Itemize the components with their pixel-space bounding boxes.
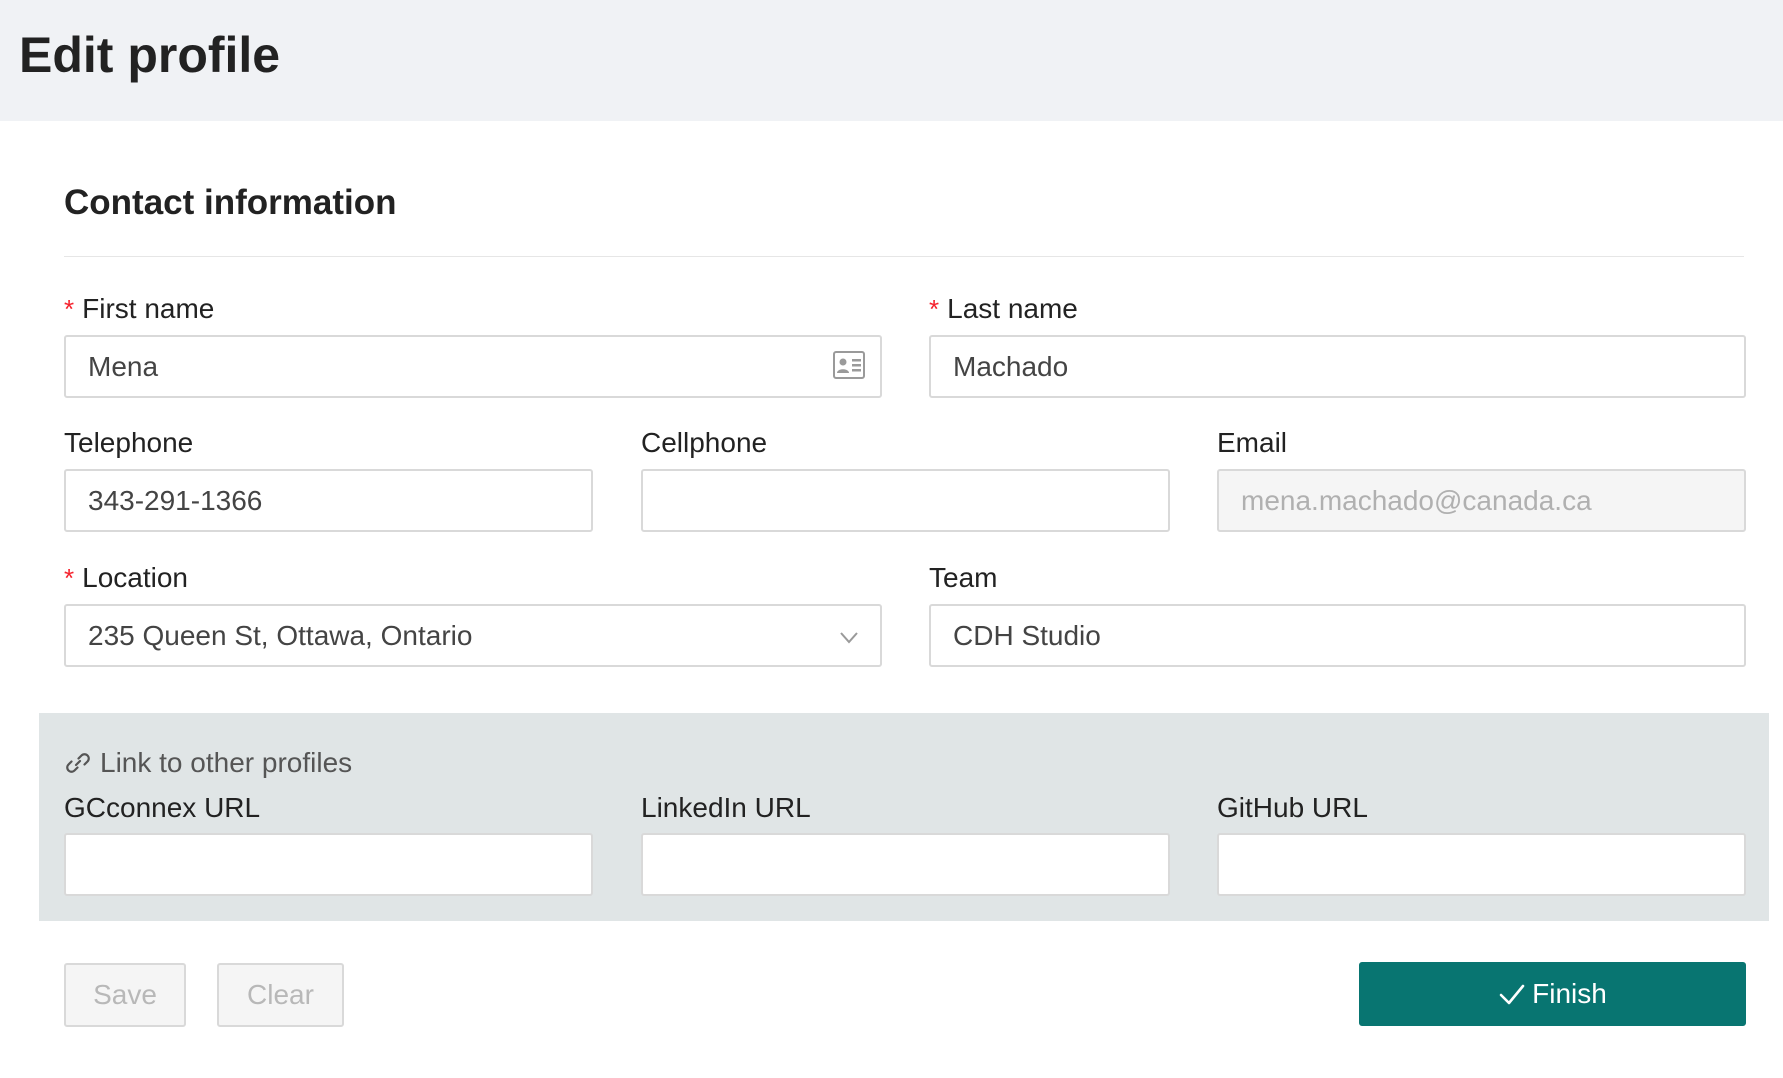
first-name-value: Mena (88, 350, 159, 382)
last-name-label: * Last name (929, 293, 1078, 324)
section-title: Contact information (64, 183, 397, 222)
required-marker: * (64, 563, 75, 593)
finish-button-label: Finish (1532, 978, 1607, 1009)
email-value: mena.machado@canada.ca (1241, 484, 1592, 516)
telephone-input[interactable]: 343-291-1366 (64, 469, 593, 532)
gcconnex-label: GCconnex URL (64, 792, 261, 823)
last-name-value: Machado (953, 350, 1069, 382)
linkedin-label: LinkedIn URL (641, 792, 811, 823)
cellphone-label: Cellphone (641, 427, 768, 458)
section-divider (64, 256, 1744, 257)
github-label: GitHub URL (1217, 792, 1368, 823)
required-marker: * (929, 294, 940, 324)
github-input[interactable] (1217, 833, 1746, 896)
cellphone-input[interactable] (641, 469, 1170, 532)
location-value: 235 Queen St, Ottawa, Ontario (88, 619, 473, 651)
finish-button[interactable]: Finish (1359, 962, 1746, 1026)
links-panel: Link to other profiles GCconnex URL Link… (39, 713, 1769, 921)
team-input[interactable]: CDH Studio (929, 604, 1746, 667)
email-input: mena.machado@canada.ca (1217, 469, 1746, 532)
link-icon (66, 753, 90, 773)
telephone-label: Telephone (64, 427, 194, 458)
first-name-label: * First name (64, 293, 215, 324)
links-title: Link to other profiles (64, 747, 352, 779)
location-label: * Location (64, 562, 188, 593)
edit-profile-form: Contact information * First name Mena * La… (3, 121, 1783, 1078)
last-name-input[interactable]: Machado (929, 335, 1746, 398)
telephone-value: 343-291-1366 (88, 484, 263, 516)
check-icon (1499, 984, 1525, 1005)
chevron-down-icon (840, 632, 858, 644)
email-label: Email (1217, 427, 1288, 458)
required-marker: * (64, 294, 75, 324)
page-title: Edit profile (19, 27, 281, 83)
linkedin-input[interactable] (641, 833, 1170, 896)
team-label: Team (929, 562, 998, 593)
team-value: CDH Studio (953, 619, 1101, 651)
save-button[interactable]: Save (64, 963, 186, 1027)
gcconnex-input[interactable] (64, 833, 593, 896)
page-header: Edit profile (0, 0, 1783, 121)
id-card-icon (833, 351, 865, 379)
first-name-input[interactable]: Mena (64, 335, 882, 398)
clear-button[interactable]: Clear (217, 963, 344, 1027)
location-select[interactable]: 235 Queen St, Ottawa, Ontario (64, 604, 882, 667)
links-title-text: Link to other profiles (100, 747, 353, 778)
